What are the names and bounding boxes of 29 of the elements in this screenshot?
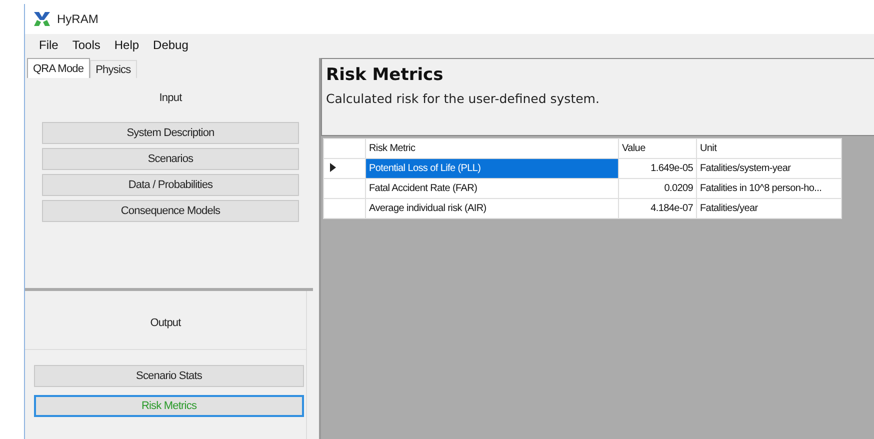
tab[interactable]: Physics [90,60,137,78]
table-cell: Fatalities/system-year [696,158,842,178]
page-title: Risk Metrics [326,65,444,85]
table-cell: Fatal Accident Rate (FAR) [366,178,618,198]
table-cell: Fatalities in 10^8 person-ho... [696,178,842,198]
nav-button[interactable]: System Description [42,122,299,144]
section-heading: Output [150,317,181,329]
page-subtitle: Calculated risk for the user-defined system. [326,91,600,106]
column-header[interactable]: Unit [696,138,842,158]
menu-item[interactable]: Debug [153,38,188,58]
nav-button[interactable]: Scenario Stats [34,365,304,387]
section-heading: Input [158,91,184,106]
nav-button[interactable]: Data / Probabilities [42,174,299,196]
logo-icon [33,11,51,27]
window-title: HyRAM [57,12,98,26]
table-cell: 4.184e-07 [618,198,696,218]
column-header[interactable]: Value [618,138,696,158]
tab[interactable]: QRA Mode [27,58,90,78]
table-cell: Average individual risk (AIR) [366,198,618,218]
menu-item[interactable]: Help [114,38,140,58]
nav-button[interactable]: Consequence Models [42,200,299,222]
column-header[interactable]: Risk Metric [366,138,618,158]
table-cell: Potential Loss of Life (PLL) [366,158,618,178]
table-cell: 1.649e-05 [618,158,696,178]
table-cell: Fatalities/year [696,198,842,218]
table-cell: 0.0209 [618,178,696,198]
menu-item[interactable]: File [39,38,58,58]
nav-button[interactable]: Scenarios [42,148,299,170]
menu-item[interactable]: Tools [72,38,100,58]
